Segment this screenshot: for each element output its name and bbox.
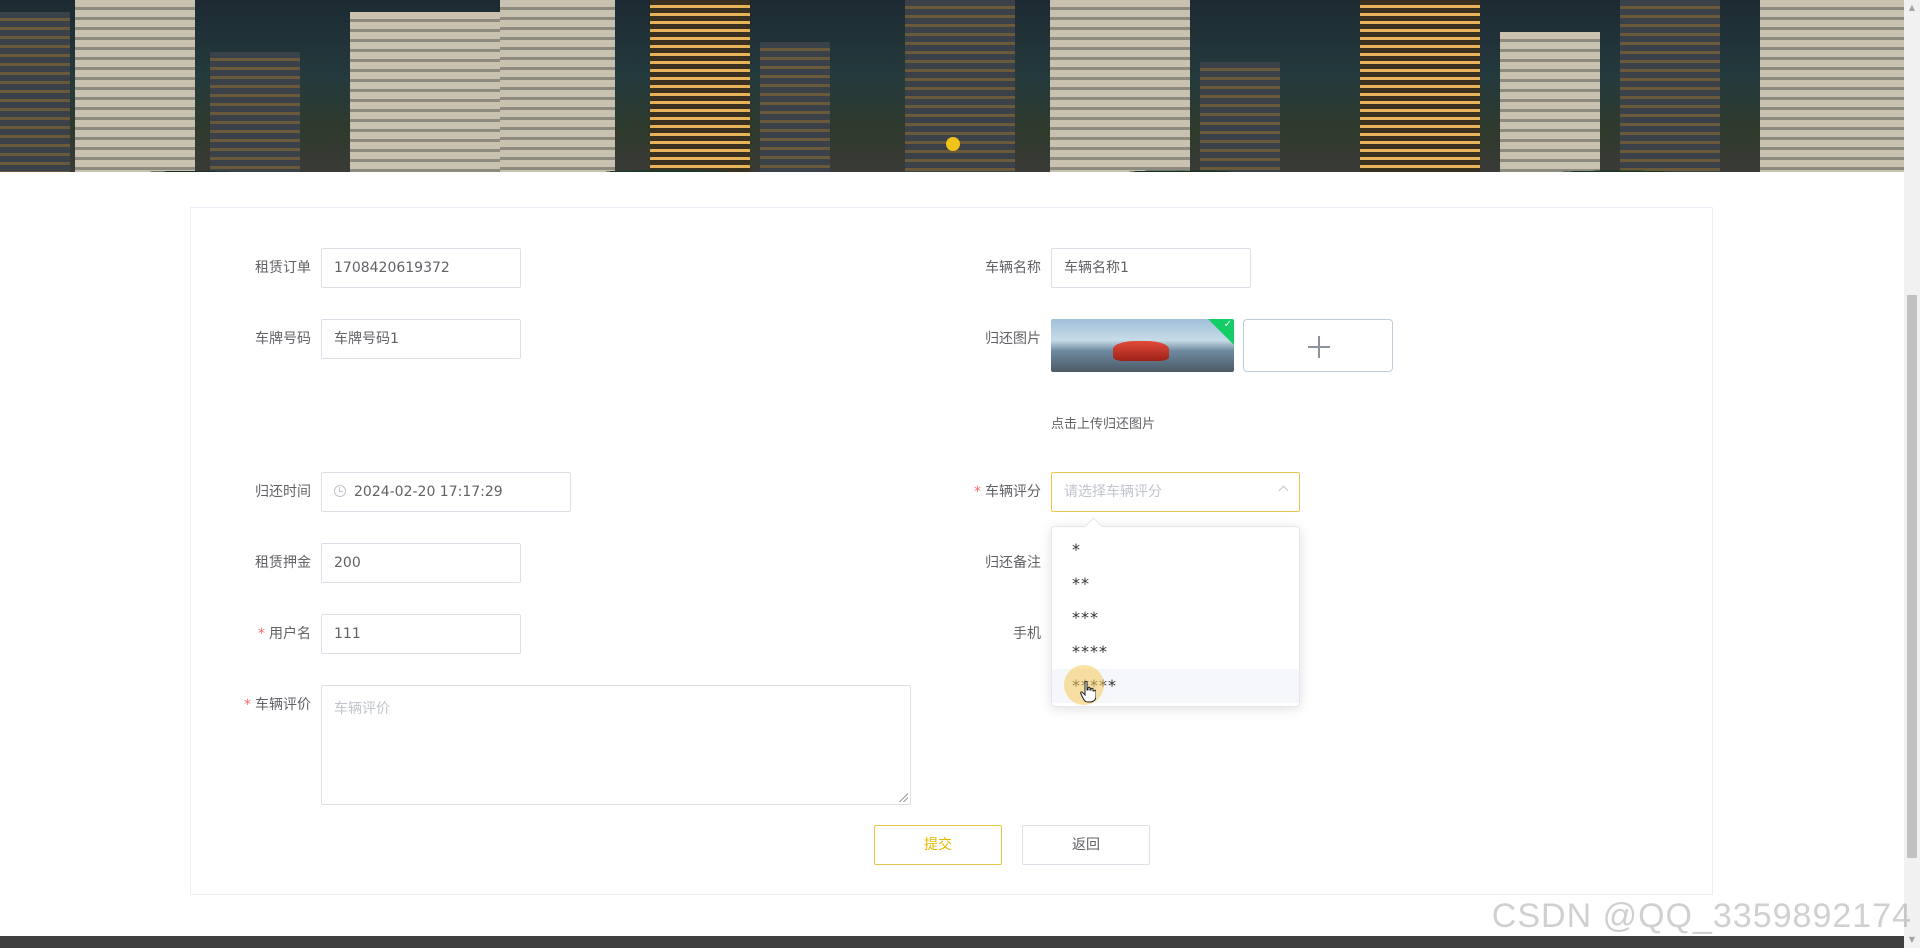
chevron-up-icon xyxy=(1278,485,1289,496)
rating-option-1[interactable]: * xyxy=(1052,533,1299,567)
car-photo xyxy=(1113,341,1169,361)
plate-input[interactable]: 车牌号码1 xyxy=(321,319,521,359)
upload-button[interactable] xyxy=(1243,319,1393,372)
return-time-label: 归还时间 xyxy=(255,484,311,500)
resize-handle-icon[interactable] xyxy=(898,792,908,802)
order-input[interactable]: 1708420619372 xyxy=(321,248,521,288)
hand-cursor-icon xyxy=(1080,681,1096,703)
username-input[interactable]: 111 xyxy=(321,614,521,654)
scroll-up-icon[interactable]: ▲ xyxy=(1904,0,1920,16)
rating-option-3[interactable]: *** xyxy=(1052,601,1299,635)
page-scrollbar[interactable]: ▲ ▼ xyxy=(1904,0,1920,948)
check-icon: ✓ xyxy=(1223,319,1232,330)
uploaded-image-thumbnail[interactable]: ✓ xyxy=(1051,319,1234,372)
watermark: CSDN @QQ_3359892174 xyxy=(1491,897,1912,935)
upload-tip: 点击上传归还图片 xyxy=(1051,417,1156,432)
plus-icon xyxy=(1308,336,1330,358)
scrollbar-thumb[interactable] xyxy=(1907,295,1917,858)
return-image-label: 归还图片 xyxy=(985,331,1041,347)
back-button[interactable]: 返回 xyxy=(1022,825,1150,865)
plate-label: 车牌号码 xyxy=(255,331,311,347)
deposit-label: 租赁押金 xyxy=(255,555,311,571)
vehicle-name-input[interactable]: 车辆名称1 xyxy=(1051,248,1251,288)
vehicle-name-label: 车辆名称 xyxy=(985,260,1041,276)
rating-label: * 车辆评分 xyxy=(974,484,1041,500)
review-label: * 车辆评价 xyxy=(244,697,311,713)
rating-option-2[interactable]: ** xyxy=(1052,567,1299,601)
footer-bar xyxy=(0,936,1904,948)
clock-icon xyxy=(334,485,346,497)
carousel-indicator[interactable] xyxy=(946,137,960,151)
deposit-input[interactable]: 200 xyxy=(321,543,521,583)
order-label: 租赁订单 xyxy=(255,260,311,276)
phone-label: 手机 xyxy=(1013,626,1041,642)
review-textarea[interactable]: 车辆评价 xyxy=(321,685,911,805)
submit-button[interactable]: 提交 xyxy=(874,825,1002,865)
username-label: * 用户名 xyxy=(258,626,311,642)
return-time-picker[interactable]: 2024-02-20 17:17:29 xyxy=(321,472,571,512)
rating-option-4[interactable]: **** xyxy=(1052,635,1299,669)
hero-banner xyxy=(0,0,1904,172)
rating-select[interactable]: 请选择车辆评分 xyxy=(1051,472,1300,512)
return-note-label: 归还备注 xyxy=(985,555,1041,571)
